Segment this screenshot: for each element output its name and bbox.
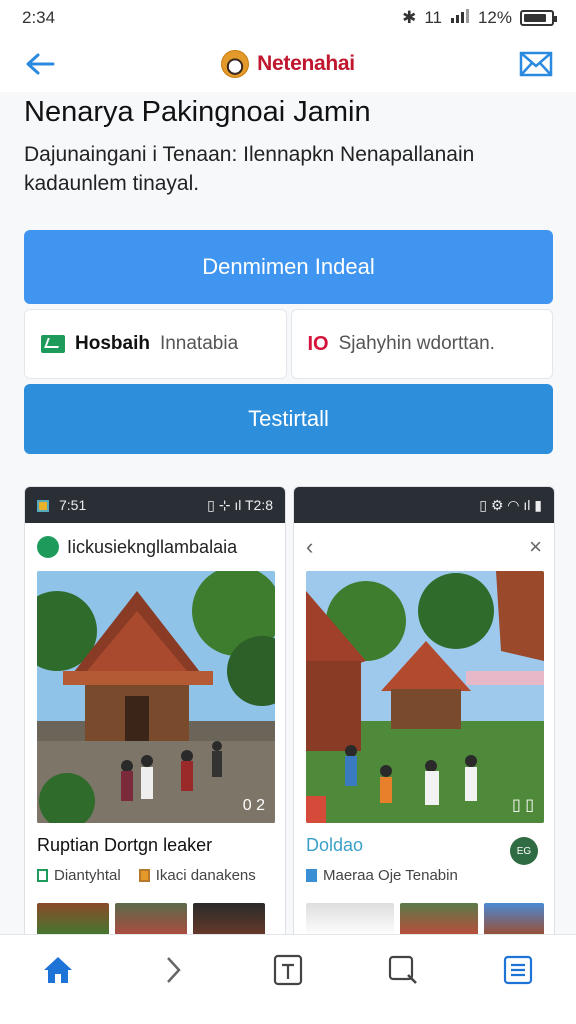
card-header-title: Iickusiekngllambalaia: [67, 536, 238, 557]
nav-menu[interactable]: [496, 948, 540, 992]
thumbnail[interactable]: [484, 903, 544, 937]
tag-blue-icon: [306, 869, 317, 882]
chevron-left-icon[interactable]: ‹: [306, 534, 313, 560]
card-meta: Maeraa Oje Tenabin: [306, 867, 458, 884]
chip-right-text: Sjahyhin wdorttan.: [338, 333, 495, 354]
page-title: Nenarya Pakingnoai Jamin: [24, 96, 371, 128]
tag-green-icon: [37, 869, 48, 882]
nav-forward[interactable]: [151, 948, 195, 992]
thumbnail[interactable]: [37, 903, 109, 937]
tag-orange-icon: [138, 869, 150, 882]
signal-icon: [450, 8, 470, 29]
card-meta: Diantyhtal Ikaci danakens: [37, 867, 256, 884]
chip-right[interactable]: IO Sjahyhin wdorttan.: [290, 309, 553, 379]
village-photo[interactable]: 0 2: [37, 571, 275, 823]
preview-card-right[interactable]: ▯ ⚙ ◠ ıl ▮ ‹ × ▯ ▯ Doldao EG Maeraa Oje …: [293, 486, 555, 946]
preview-card-left[interactable]: 7:51 ▯ ⊹ ıl T2:8 Iickusiekngllambalaia 0…: [24, 486, 286, 946]
signal-text: 11: [424, 8, 442, 27]
village-photo[interactable]: ▯ ▯: [306, 571, 544, 823]
nav-add[interactable]: [266, 948, 310, 992]
chip-left-text: Innatabia: [159, 333, 239, 354]
mail-button[interactable]: [516, 44, 556, 84]
card-meta-right: Ikaci danakens: [155, 867, 256, 884]
card-status-bar: ▯ ⚙ ◠ ıl ▮: [294, 487, 554, 523]
chip-right-icon: IO: [307, 332, 329, 355]
app-bar: Netenahai: [0, 36, 576, 92]
brand: Netenahai: [221, 50, 355, 78]
photo-actions: ▯ ▯: [511, 797, 534, 814]
nav-home[interactable]: [36, 948, 80, 992]
card-meta-left: Maeraa Oje Tenabin: [323, 867, 458, 884]
arrow-left-icon: [26, 53, 55, 75]
option-chips: Hosbaih Innatabia IO Sjahyhin wdorttan.: [24, 309, 553, 379]
list-icon: [504, 955, 533, 984]
status-time: 2:34: [22, 8, 56, 27]
card-meta-left: Diantyhtal: [54, 867, 121, 884]
avatar[interactable]: EG: [510, 837, 538, 865]
add-square-icon: [273, 954, 303, 985]
back-button[interactable]: [20, 44, 60, 84]
secondary-action-button[interactable]: Testirtall: [24, 384, 553, 454]
card-header: Iickusiekngllambalaia: [25, 523, 285, 571]
search-icon: [389, 955, 418, 984]
thumbnail-strip: [37, 903, 265, 937]
thumbnail[interactable]: [193, 903, 265, 937]
card-status-right: ▯ ⊹ ıl T2:8: [207, 496, 273, 513]
thumbnail[interactable]: [306, 903, 394, 937]
thumbnail[interactable]: [115, 903, 187, 937]
mail-icon: [519, 51, 553, 77]
card-header: ‹ ×: [294, 523, 554, 571]
card-status-bar: 7:51 ▯ ⊹ ıl T2:8: [25, 487, 285, 523]
brand-name: Netenahai: [257, 52, 355, 75]
bluetooth-icon: ✱: [402, 8, 417, 27]
thumbnail-strip: [306, 903, 544, 937]
card-title: Doldao: [306, 835, 364, 855]
app-square-icon: [37, 500, 49, 513]
chip-left-bold: Hosbaih: [75, 333, 150, 354]
app-screen: 2:34 ✱ 11 12% Netenahai Nenarya Pakingno…: [0, 0, 576, 1024]
chevron-right-icon: [166, 956, 181, 983]
battery-icon: [520, 10, 557, 26]
status-icons: ✱ 11 12%: [402, 8, 557, 29]
card-status-time: 7:51: [59, 497, 87, 513]
brand-logo-icon: [221, 50, 250, 78]
primary-action-button[interactable]: Denmimen Indeal: [24, 230, 553, 304]
card-title: Ruptian Dortgn leaker: [37, 835, 213, 855]
status-bar: 2:34 ✱ 11 12%: [0, 0, 576, 36]
mail-check-icon: [41, 335, 65, 353]
card-status-icons: ▯ ⚙ ◠ ıl ▮: [479, 496, 542, 513]
thumbnail[interactable]: [400, 903, 478, 937]
home-icon: [43, 956, 72, 983]
close-icon[interactable]: ×: [529, 534, 542, 560]
leaf-icon: [37, 536, 59, 558]
page-subtitle: Dajunaingani i Tenaan: Ilennapkn Nenapal…: [24, 143, 475, 195]
battery-text: 12%: [477, 8, 512, 27]
nav-search[interactable]: [381, 948, 425, 992]
photo-count: 0 2: [242, 797, 265, 814]
bottom-navigation: [0, 934, 576, 1024]
chip-left[interactable]: Hosbaih Innatabia: [24, 309, 287, 379]
